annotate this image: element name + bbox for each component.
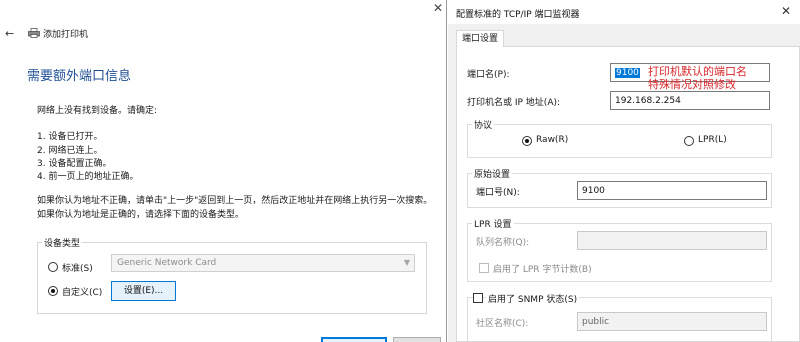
queue-name-input[interactable] [577, 231, 767, 250]
settings-button[interactable]: 设置(E)... [111, 281, 176, 301]
port-name-label: 端口名(P): [467, 70, 510, 80]
raw-radio[interactable] [522, 136, 532, 146]
custom-label: 自定义(C) [62, 288, 103, 298]
standard-radio[interactable] [48, 262, 58, 272]
lpr-byte-count-label: 启用了 LPR 字节计数(B) [493, 265, 592, 275]
standard-device-value: Generic Network Card [117, 258, 217, 268]
checklist-item: 1. 设备已打开。 [37, 132, 103, 142]
port-number-label: 端口号(N): [476, 188, 520, 198]
printer-address-label: 打印机名或 IP 地址(A): [467, 98, 561, 108]
lpr-byte-count-checkbox[interactable] [479, 263, 489, 273]
chevron-down-icon: ▼ [403, 258, 410, 267]
tab-port-settings[interactable]: 端口设置 [456, 30, 504, 47]
snmp-checkbox[interactable] [473, 293, 483, 303]
lpr-settings-label: LPR 设置 [472, 217, 514, 230]
annotation-text: 特殊情况对照修改 [648, 78, 736, 91]
standard-label: 标准(S) [62, 264, 93, 274]
close-icon[interactable]: ✕ [432, 2, 444, 14]
raw-settings-label: 原始设置 [472, 167, 513, 180]
device-type-label: 设备类型 [42, 236, 83, 249]
snmp-label: 启用了 SNMP 状态(S) [486, 292, 580, 305]
page-heading: 需要额外端口信息 [27, 69, 132, 84]
port-number-input[interactable]: 9100 [577, 181, 767, 200]
checklist-item: 2. 网络已连上。 [37, 146, 103, 156]
dialog-titlebar: 配置标准的 TCP/IP 端口监视器 ✕ [448, 0, 800, 24]
port-monitor-dialog: 配置标准的 TCP/IP 端口监视器 ✕ 端口设置 端口名(P): 9100 打… [448, 0, 800, 342]
back-arrow-icon[interactable]: ← [5, 27, 14, 40]
custom-radio[interactable] [48, 286, 58, 296]
hint-text: 如果你认为地址是正确的，请选择下面的设备类型。 [37, 210, 245, 220]
device-type-group [37, 242, 427, 314]
close-icon[interactable]: ✕ [781, 4, 791, 18]
checklist-item: 3. 设备配置正确。 [37, 159, 112, 169]
community-name-label: 社区名称(C): [476, 319, 529, 329]
protocol-label: 协议 [472, 118, 495, 131]
community-name-input[interactable]: public [577, 312, 767, 331]
dialog-title: 配置标准的 TCP/IP 端口监视器 [456, 10, 580, 20]
hint-text: 如果你认为地址不正确，请单击"上一步"返回到上一页，然后改正地址并在网络上执行另… [37, 196, 433, 206]
raw-label: Raw(R) [536, 135, 569, 145]
printer-address-input[interactable]: 192.168.2.254 [610, 91, 770, 110]
lpr-radio[interactable] [684, 136, 694, 146]
checklist-item: 4. 前一页上的地址正确。 [37, 172, 139, 182]
printer-icon [28, 28, 40, 38]
standard-device-select[interactable]: Generic Network Card ▼ [111, 254, 415, 272]
add-printer-wizard: ✕ ← 添加打印机 需要额外端口信息 网络上没有找到设备。请确定: 1. 设备已… [0, 0, 447, 342]
intro-text: 网络上没有找到设备。请确定: [37, 106, 158, 116]
next-button[interactable] [321, 337, 387, 342]
port-name-value: 9100 [615, 68, 640, 78]
wizard-title: 添加打印机 [43, 30, 89, 40]
lpr-label: LPR(L) [698, 135, 727, 145]
cancel-button[interactable] [393, 337, 441, 342]
queue-name-label: 队列名称(Q): [476, 238, 530, 248]
